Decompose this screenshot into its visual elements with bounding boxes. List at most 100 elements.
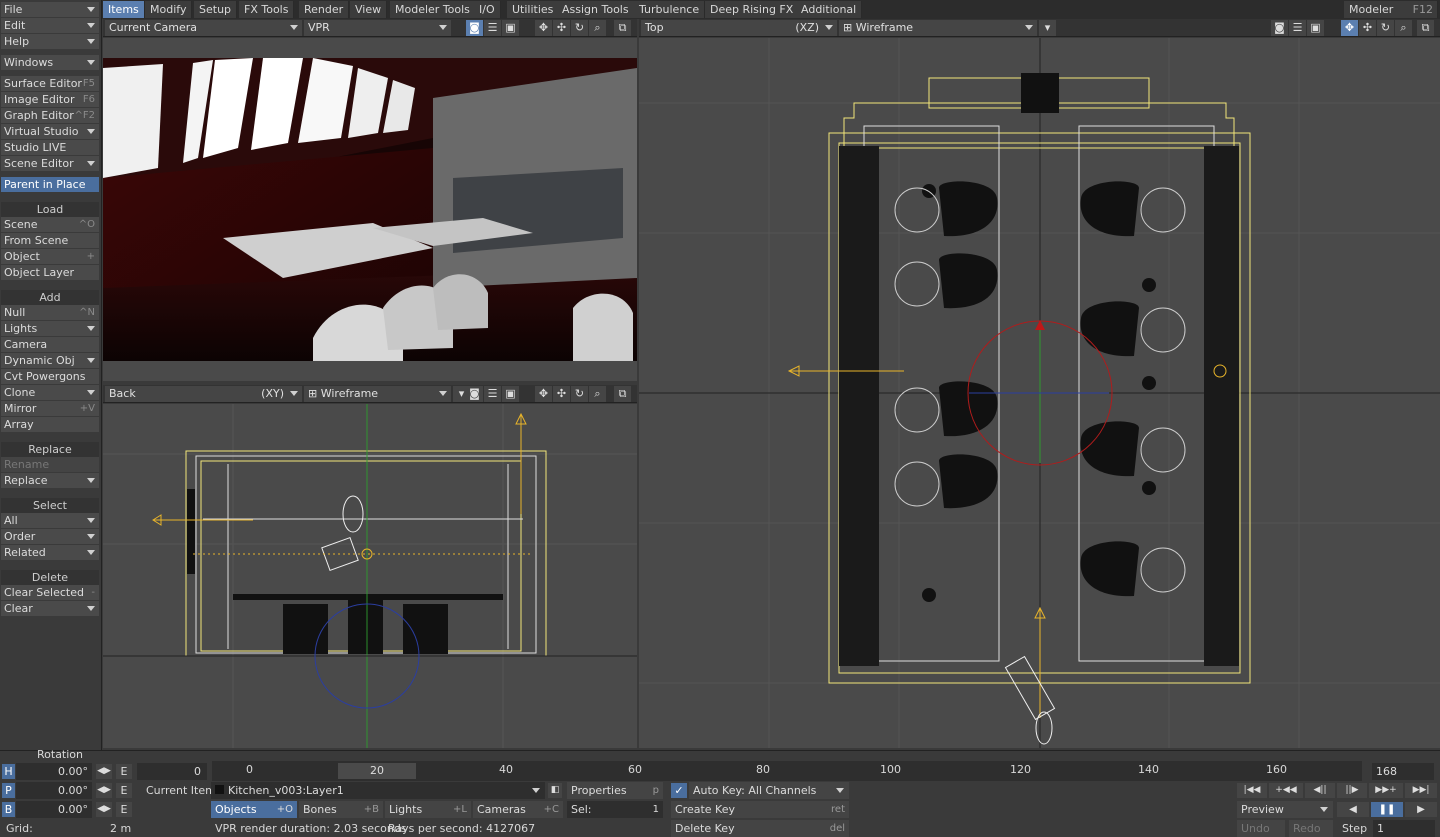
camera-viewport[interactable] (103, 38, 637, 381)
auto-key-checkbox[interactable]: ✓ (671, 783, 687, 798)
bones-mode-button[interactable]: Bones +B (299, 801, 383, 818)
zoom-icon[interactable]: ⌕ (589, 386, 606, 402)
pan-icon[interactable]: ✣ (553, 20, 570, 36)
item-pick-icon[interactable]: ◧ (548, 783, 562, 798)
clear-selected-button[interactable]: Clear Selected - (1, 585, 99, 600)
select-all-menu[interactable]: All (1, 513, 99, 528)
help-menu[interactable]: Help (1, 34, 99, 49)
tab-utilities[interactable]: Utilities (507, 1, 560, 18)
back-render-mode-select[interactable]: ⊞ Wireframe (304, 386, 451, 402)
save-icon[interactable]: ▣ (502, 20, 519, 36)
save-icon[interactable]: ▣ (1307, 20, 1324, 36)
play-icon[interactable]: ▶ (1405, 802, 1437, 817)
maximize-icon[interactable]: ⧉ (1417, 20, 1434, 36)
modeler-switch-button[interactable]: Modeler F12 (1344, 1, 1438, 18)
tab-render[interactable]: Render (299, 1, 350, 18)
top-viewport[interactable] (639, 38, 1440, 748)
add-camera-button[interactable]: Camera (1, 337, 99, 352)
maximize-icon[interactable]: ⧉ (614, 386, 631, 402)
end-frame-field[interactable]: 168 (1372, 763, 1434, 780)
save-icon[interactable]: ▣ (502, 386, 519, 402)
add-dynamic-obj-menu[interactable]: Dynamic Obj (1, 353, 99, 368)
back-view-select[interactable]: Back (XY) (105, 386, 302, 402)
tab-turbulence[interactable]: Turbulence (634, 1, 706, 18)
redo-button[interactable]: Redo (1289, 820, 1333, 837)
list-icon[interactable]: ☰ (1289, 20, 1306, 36)
delete-key-button[interactable]: Delete Key del (671, 820, 849, 837)
replace-menu[interactable]: Replace (1, 473, 99, 488)
mirror-button[interactable]: Mirror +V (1, 401, 99, 416)
bank-envelope-button[interactable]: E (116, 802, 132, 817)
clear-menu[interactable]: Clear (1, 601, 99, 616)
load-object-layer-button[interactable]: Object Layer (1, 265, 99, 280)
maximize-icon[interactable]: ⧉ (614, 20, 631, 36)
rotate-icon[interactable]: ↻ (1377, 20, 1394, 36)
pitch-envelope-button[interactable]: E (116, 783, 132, 798)
load-object-button[interactable]: Object + (1, 249, 99, 264)
add-lights-menu[interactable]: Lights (1, 321, 99, 336)
tab-modify[interactable]: Modify (145, 1, 193, 18)
rename-button[interactable]: Rename (1, 457, 99, 472)
load-scene-button[interactable]: Scene ^O (1, 217, 99, 232)
array-button[interactable]: Array (1, 417, 99, 432)
camera-view-select[interactable]: Current Camera (105, 20, 302, 36)
go-to-start-icon[interactable]: |◀◀ (1237, 783, 1267, 798)
top-view-select[interactable]: Top (XZ) (641, 20, 837, 36)
previous-frame-icon[interactable]: ◀|| (1305, 783, 1335, 798)
go-to-end-icon[interactable]: ▶▶| (1405, 783, 1437, 798)
tab-items[interactable]: Items (103, 1, 145, 18)
clone-menu[interactable]: Clone (1, 385, 99, 400)
play-reverse-icon[interactable]: ◀ (1337, 802, 1369, 817)
timeline-slider[interactable]: 20 0 40 60 80 100 120 140 160 (212, 761, 1362, 781)
previous-key-icon[interactable]: +◀◀ (1269, 783, 1303, 798)
heading-envelope-button[interactable]: E (116, 764, 132, 779)
preview-menu[interactable]: Preview (1237, 801, 1333, 818)
move-icon[interactable]: ✥ (1341, 20, 1358, 36)
surface-editor-button[interactable]: Surface Editor F5 (1, 76, 99, 91)
virtual-studio-menu[interactable]: Virtual Studio (1, 124, 99, 139)
tab-deep-rising-fx[interactable]: Deep Rising FX (705, 1, 800, 18)
move-icon[interactable]: ✥ (535, 386, 552, 402)
pan-icon[interactable]: ✣ (1359, 20, 1376, 36)
objects-mode-button[interactable]: Objects +O (211, 801, 297, 818)
tab-view[interactable]: View (350, 1, 388, 18)
zoom-icon[interactable]: ⌕ (589, 20, 606, 36)
back-viewport[interactable] (103, 404, 637, 748)
pause-icon[interactable]: ❚❚ (1371, 802, 1403, 817)
tab-io[interactable]: I/O (474, 1, 501, 18)
zoom-icon[interactable]: ⌕ (1395, 20, 1412, 36)
image-editor-button[interactable]: Image Editor F6 (1, 92, 99, 107)
tab-assign-tools[interactable]: Assign Tools (557, 1, 635, 18)
bank-field[interactable]: 0.00° (16, 801, 92, 818)
timeline-current-frame-handle[interactable]: 20 (338, 763, 416, 779)
properties-button[interactable]: Properties p (567, 782, 663, 799)
tab-additional[interactable]: Additional (796, 1, 863, 18)
next-frame-icon[interactable]: ||▶ (1337, 783, 1367, 798)
load-from-scene-button[interactable]: From Scene (1, 233, 99, 248)
start-frame-field[interactable]: 0 (137, 763, 207, 780)
camera-snapshot-icon[interactable]: ◙ (466, 20, 483, 36)
tab-setup[interactable]: Setup (194, 1, 238, 18)
rotate-icon[interactable]: ↻ (571, 20, 588, 36)
add-null-button[interactable]: Null ^N (1, 305, 99, 320)
graph-editor-button[interactable]: Graph Editor ^F2 (1, 108, 99, 123)
parent-in-place-toggle[interactable]: Parent in Place (1, 177, 99, 192)
next-key-icon[interactable]: ▶▶+ (1369, 783, 1403, 798)
heading-field[interactable]: 0.00° (16, 763, 92, 780)
windows-menu[interactable]: Windows (1, 55, 99, 70)
current-item-select[interactable]: Kitchen_v003:Layer1 (211, 782, 545, 799)
move-icon[interactable]: ✥ (535, 20, 552, 36)
pitch-field[interactable]: 0.00° (16, 782, 92, 799)
camera-snapshot-icon[interactable]: ◙ (1271, 20, 1288, 36)
edit-menu[interactable]: Edit (1, 18, 99, 33)
camera-render-mode-select[interactable]: VPR (304, 20, 451, 36)
list-icon[interactable]: ☰ (484, 20, 501, 36)
tab-modeler-tools[interactable]: Modeler Tools (390, 1, 476, 18)
channel-arrows-icon[interactable]: ◀▶ (96, 764, 112, 779)
cameras-mode-button[interactable]: Cameras +C (473, 801, 563, 818)
lights-mode-button[interactable]: Lights +L (385, 801, 471, 818)
rotate-icon[interactable]: ↻ (571, 386, 588, 402)
file-menu[interactable]: File (1, 2, 99, 17)
chevron-down-icon[interactable]: ▾ (1039, 20, 1056, 36)
step-field[interactable]: 1 (1373, 820, 1435, 837)
